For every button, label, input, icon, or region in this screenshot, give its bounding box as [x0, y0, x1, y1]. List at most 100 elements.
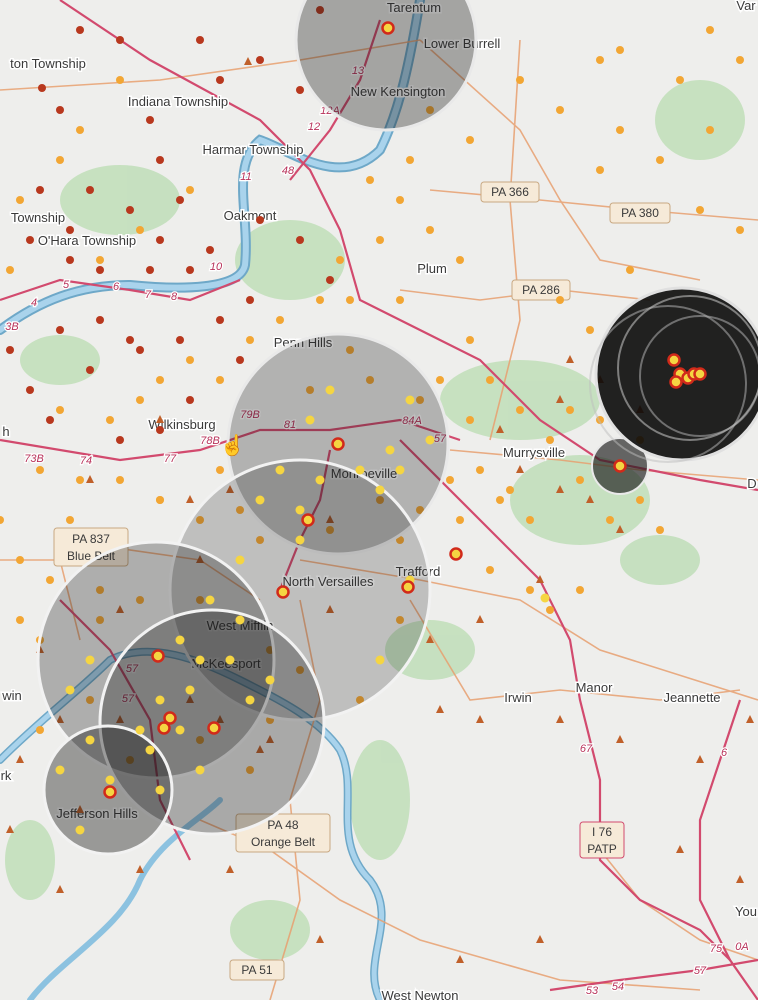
dark-red-point	[36, 186, 44, 194]
highlighted-point[interactable]	[103, 785, 117, 799]
dark-red-point	[96, 266, 104, 274]
orange-point	[216, 466, 224, 474]
orange-point	[56, 156, 64, 164]
orange-point	[336, 256, 344, 264]
orange-point	[506, 486, 514, 494]
svg-text:8: 8	[171, 291, 178, 303]
svg-text:11: 11	[240, 171, 251, 183]
orange-point	[116, 76, 124, 84]
dark-red-point	[256, 56, 264, 64]
svg-text:48: 48	[282, 165, 295, 177]
orange-point	[616, 46, 624, 54]
orange-point	[6, 266, 14, 274]
orange-point	[66, 516, 74, 524]
highlighted-point[interactable]	[613, 459, 627, 473]
svg-text:73B: 73B	[24, 453, 44, 465]
orange-point	[676, 76, 684, 84]
map-canvas[interactable]: Tarentum Lower Burrell New Kensington In…	[0, 0, 758, 1000]
highlighted-point[interactable]	[381, 21, 395, 35]
orange-point	[706, 26, 714, 34]
svg-text:54: 54	[612, 981, 624, 993]
yellow-point	[195, 655, 205, 665]
dark-red-point	[176, 196, 184, 204]
dark-red-point	[96, 316, 104, 324]
orange-point	[576, 586, 584, 594]
orange-point	[736, 226, 744, 234]
svg-text:53: 53	[586, 985, 599, 997]
highlighted-point[interactable]	[157, 721, 171, 735]
yellow-point	[85, 735, 95, 745]
orange-point	[656, 526, 664, 534]
yellow-point	[325, 385, 335, 395]
highlighted-point[interactable]	[449, 547, 463, 561]
label-west-newton: West Newton	[381, 988, 458, 1000]
dark-red-point	[86, 366, 94, 374]
label-h-left: h	[2, 424, 9, 439]
orange-point	[486, 566, 494, 574]
orange-point	[96, 256, 104, 264]
highlighted-point[interactable]	[331, 437, 345, 451]
orange-point	[116, 476, 124, 484]
dark-red-point	[56, 106, 64, 114]
dark-red-point	[216, 76, 224, 84]
yellow-point	[405, 395, 415, 405]
dark-red-point	[246, 296, 254, 304]
orange-point	[156, 376, 164, 384]
highlighted-point[interactable]	[151, 649, 165, 663]
orange-point	[616, 126, 624, 134]
orange-point	[76, 476, 84, 484]
orange-point	[406, 156, 414, 164]
yellow-point	[245, 695, 255, 705]
highlighted-point[interactable]	[301, 513, 315, 527]
orange-point	[46, 576, 54, 584]
label-var: Var	[736, 0, 756, 13]
orange-point	[576, 476, 584, 484]
orange-point	[436, 376, 444, 384]
shield-pa837: PA 837	[72, 532, 110, 546]
svg-text:7: 7	[145, 289, 152, 301]
orange-point	[566, 406, 574, 414]
yellow-point	[155, 785, 165, 795]
shield-i76: I 76	[592, 825, 612, 839]
orange-point	[156, 496, 164, 504]
label-oakmont: Oakmont	[224, 208, 277, 223]
dark-red-point	[136, 346, 144, 354]
dark-red-point	[126, 336, 134, 344]
orange-point	[656, 156, 664, 164]
dark-red-point	[26, 386, 34, 394]
shield-pa380: PA 380	[621, 206, 659, 220]
yellow-point	[425, 435, 435, 445]
svg-text:77: 77	[164, 453, 177, 465]
dark-red-point	[176, 336, 184, 344]
orange-point	[16, 196, 24, 204]
yellow-point	[395, 465, 405, 475]
yellow-point	[385, 445, 395, 455]
label-murrysville: Murrysville	[503, 445, 565, 460]
orange-point	[366, 176, 374, 184]
dark-red-point	[76, 26, 84, 34]
highlighted-point[interactable]	[207, 721, 221, 735]
label-ohara-township: O'Hara Township	[38, 233, 136, 248]
orange-point	[426, 226, 434, 234]
yellow-point	[315, 475, 325, 485]
orange-point	[626, 266, 634, 274]
dark-red-point	[46, 416, 54, 424]
dark-red-point	[156, 426, 164, 434]
label-win-left: win	[1, 688, 22, 703]
dark-red-point	[156, 236, 164, 244]
svg-text:57: 57	[694, 965, 707, 977]
dark-red-point	[146, 116, 154, 124]
svg-text:74: 74	[80, 455, 92, 467]
yellow-point	[540, 593, 550, 603]
orange-point	[476, 466, 484, 474]
yellow-point	[185, 685, 195, 695]
orange-point	[546, 606, 554, 614]
highlighted-point[interactable]	[669, 375, 683, 389]
highlighted-point[interactable]	[693, 367, 707, 381]
highlighted-point[interactable]	[276, 585, 290, 599]
orange-point	[736, 56, 744, 64]
highlighted-point[interactable]	[667, 353, 681, 367]
highlighted-point[interactable]	[401, 580, 415, 594]
dark-red-point	[116, 436, 124, 444]
yellow-point	[195, 765, 205, 775]
